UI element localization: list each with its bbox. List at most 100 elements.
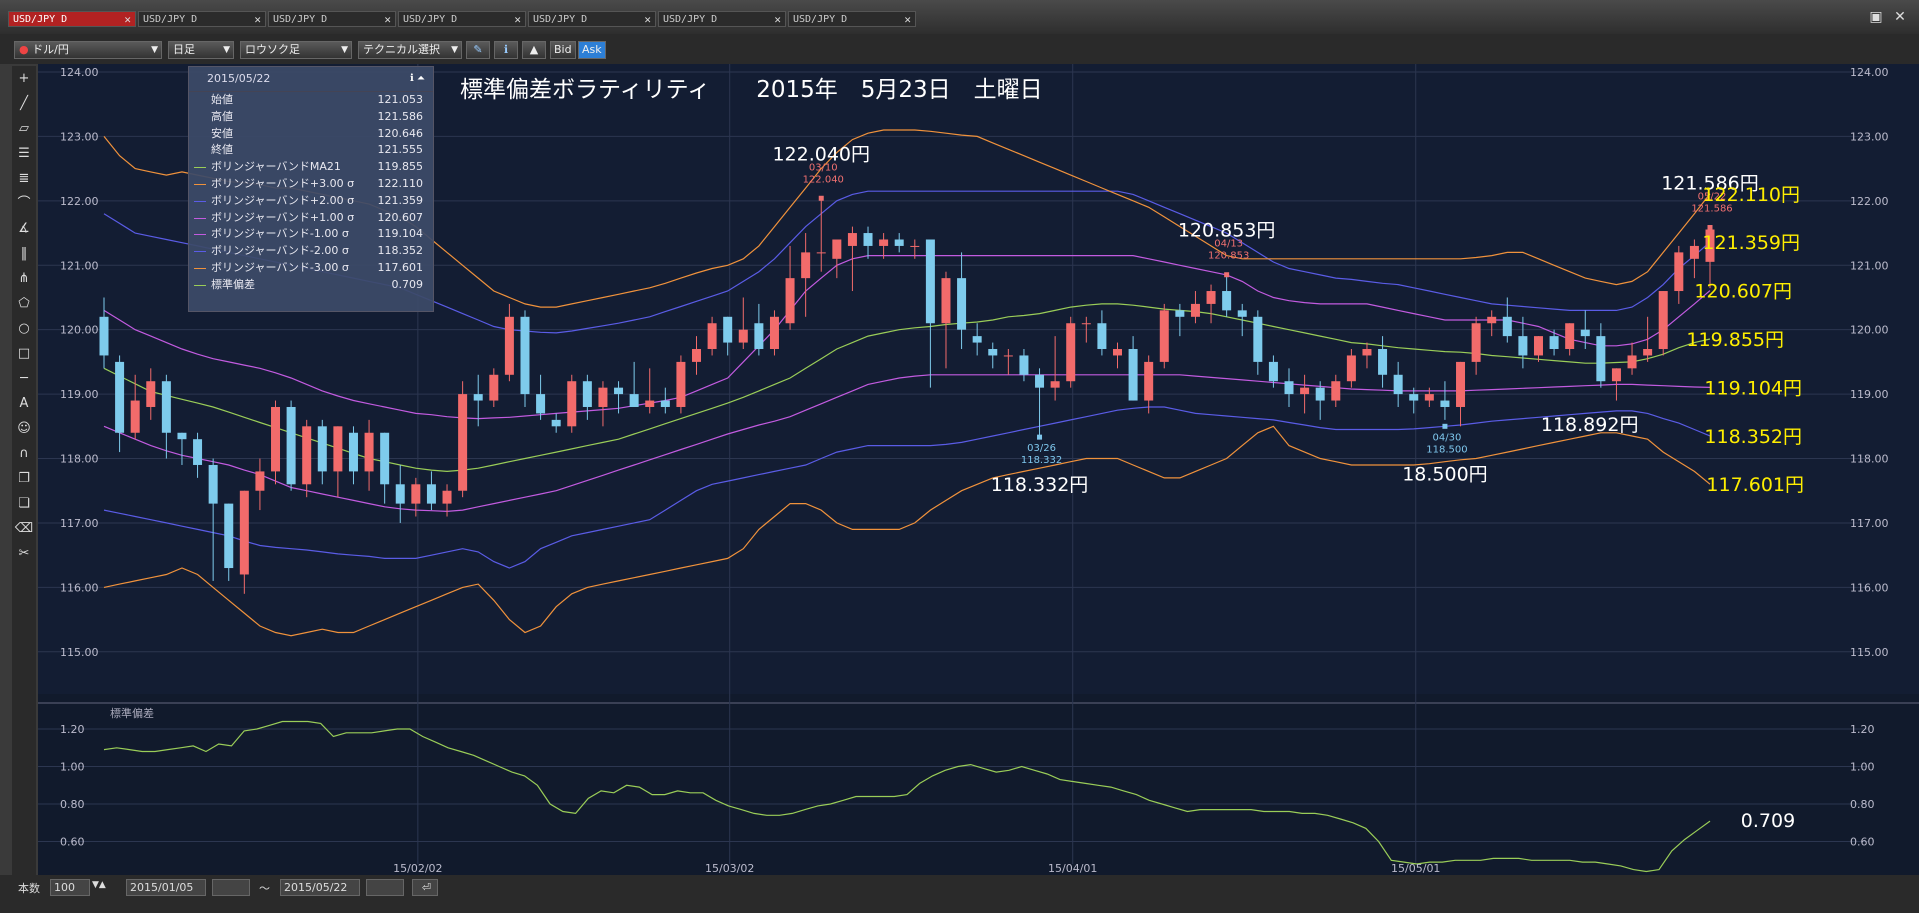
technical-select[interactable]: テクニカル選択 ▼ <box>358 41 462 59</box>
candle-body[interactable] <box>1689 245 1699 259</box>
close-icon[interactable]: ✕ <box>514 12 521 28</box>
candle-body[interactable] <box>1409 394 1419 401</box>
candle-body[interactable] <box>161 381 171 433</box>
candle-body[interactable] <box>115 361 125 433</box>
candle-body[interactable] <box>1159 310 1169 362</box>
maximize-icon[interactable]: ▣ <box>1867 9 1885 25</box>
ask-button[interactable]: Ask <box>578 41 606 59</box>
candle-body[interactable] <box>832 239 842 259</box>
candle-body[interactable] <box>146 381 156 407</box>
spinner-icon[interactable]: ▼▲ <box>92 880 106 890</box>
pitchfork-icon[interactable]: ⋔ <box>13 268 35 290</box>
candle-body[interactable] <box>1128 349 1138 401</box>
candle-body[interactable] <box>551 419 561 427</box>
circle-icon[interactable]: ○ <box>13 318 35 340</box>
trendline-icon[interactable]: ╱ <box>13 93 35 115</box>
candle-body[interactable] <box>411 484 421 504</box>
candle-body[interactable] <box>863 233 873 246</box>
candle-body[interactable] <box>1222 291 1232 311</box>
candle-body[interactable] <box>1471 323 1481 362</box>
candle-body[interactable] <box>1502 316 1512 337</box>
candle-body[interactable] <box>1456 361 1466 407</box>
candle-body[interactable] <box>520 316 530 395</box>
candle-body[interactable] <box>1112 349 1122 356</box>
candle-body[interactable] <box>208 464 218 504</box>
to-date-input[interactable]: 2015/05/22 <box>280 879 360 896</box>
candle-body[interactable] <box>676 361 686 407</box>
candle-body[interactable] <box>1206 291 1216 304</box>
candle-body[interactable] <box>317 426 327 472</box>
candle-body[interactable] <box>224 503 234 569</box>
ohlc-info-panel[interactable]: 2015/05/22 ℹ ⏶ 始値 121.053 高値 121.586 安値 120.64… <box>188 66 434 312</box>
candle-body[interactable] <box>1081 323 1091 325</box>
candle-body[interactable] <box>910 245 920 247</box>
eraser-icon[interactable]: ⌫ <box>13 518 35 540</box>
copy-icon[interactable]: ❐ <box>13 468 35 490</box>
candle-body[interactable] <box>1440 400 1450 407</box>
pentagon-icon[interactable]: ⬠ <box>13 293 35 315</box>
close-icon[interactable]: ✕ <box>904 12 911 28</box>
candle-body[interactable] <box>1533 336 1543 356</box>
tab-usdjpy-2[interactable]: USD/JPY D ✕ <box>138 11 266 27</box>
candle-body[interactable] <box>894 239 904 246</box>
candle-body[interactable] <box>1346 355 1356 382</box>
candle-body[interactable] <box>738 329 748 343</box>
candle-body[interactable] <box>1611 368 1621 382</box>
candle-body[interactable] <box>130 400 140 433</box>
arc-icon[interactable]: ⌒ <box>13 193 35 215</box>
candle-body[interactable] <box>801 252 811 279</box>
candle-body[interactable] <box>925 239 935 324</box>
candle-body[interactable] <box>567 381 577 427</box>
candle-body[interactable] <box>1487 316 1497 324</box>
candle-body[interactable] <box>1066 323 1076 382</box>
candle-body[interactable] <box>1268 361 1278 382</box>
close-icon[interactable]: ✕ <box>124 12 131 28</box>
candle-body[interactable] <box>785 278 795 324</box>
tab-usdjpy-7[interactable]: USD/JPY D ✕ <box>788 11 916 27</box>
chart-style-select[interactable]: ロウソク足 ▼ <box>240 41 352 59</box>
candle-body[interactable] <box>1658 291 1668 350</box>
close-icon[interactable]: ✕ <box>254 12 261 28</box>
candle-body[interactable] <box>99 316 109 356</box>
candle-body[interactable] <box>972 336 982 343</box>
candle-body[interactable] <box>333 426 343 472</box>
candle-body[interactable] <box>1175 310 1185 317</box>
emoji-icon[interactable]: ☺ <box>13 418 35 440</box>
candle-body[interactable] <box>1144 361 1154 401</box>
candle-body[interactable] <box>629 394 639 407</box>
candle-body[interactable] <box>1315 387 1325 401</box>
candle-body[interactable] <box>426 484 436 504</box>
text-icon[interactable]: A <box>13 393 35 415</box>
candle-body[interactable] <box>348 432 358 472</box>
candle-body[interactable] <box>941 278 951 324</box>
close-window-icon[interactable]: ✕ <box>1891 9 1909 25</box>
candle-body[interactable] <box>1003 355 1013 357</box>
candle-body[interactable] <box>1300 387 1310 395</box>
magnet-icon[interactable]: ∩ <box>13 443 35 465</box>
candle-body[interactable] <box>395 484 405 504</box>
count-input[interactable]: 100 <box>50 879 90 896</box>
candle-body[interactable] <box>1253 316 1263 362</box>
candle-body[interactable] <box>1549 336 1559 350</box>
fan-icon[interactable]: ∡ <box>13 218 35 240</box>
candle-body[interactable] <box>1565 323 1575 350</box>
candle-body[interactable] <box>1674 252 1684 292</box>
candle-body[interactable] <box>536 394 546 414</box>
ruler-icon[interactable]: ▱ <box>13 118 35 140</box>
candle-body[interactable] <box>177 432 187 440</box>
tab-usdjpy-3[interactable]: USD/JPY D ✕ <box>268 11 396 27</box>
candle-body[interactable] <box>1378 349 1388 375</box>
candle-body[interactable] <box>769 316 779 350</box>
candle-body[interactable] <box>754 323 764 350</box>
pencil-icon[interactable]: ✎ <box>466 41 490 59</box>
tab-usdjpy-1[interactable]: USD/JPY D ✕ <box>8 11 136 27</box>
crosshair-icon[interactable]: + <box>13 68 35 90</box>
candle-body[interactable] <box>1035 374 1045 388</box>
to-time-input[interactable] <box>366 879 404 896</box>
tab-usdjpy-6[interactable]: USD/JPY D ✕ <box>658 11 786 27</box>
candle-body[interactable] <box>723 316 733 343</box>
candle-body[interactable] <box>504 316 514 375</box>
candle-body[interactable] <box>286 406 296 485</box>
info-icon[interactable]: ℹ ⏶ <box>410 67 425 91</box>
candle-body[interactable] <box>1643 349 1653 356</box>
